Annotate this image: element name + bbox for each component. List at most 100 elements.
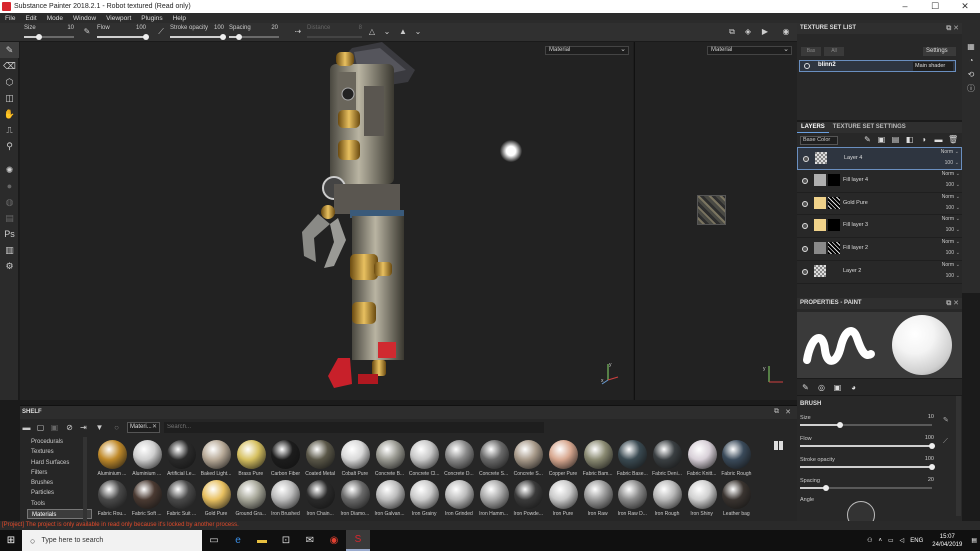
screenshot-icon[interactable]: ◉ (781, 27, 791, 37)
menu-help[interactable]: Help (168, 15, 191, 22)
bake-icon[interactable]: ✺ (0, 162, 19, 178)
tab-alpha-icon[interactable]: ◎ (817, 383, 826, 392)
layer-visibility-icon[interactable] (802, 246, 808, 253)
chevron-down-icon[interactable]: ⌄ (955, 149, 959, 155)
brush-size-slider[interactable] (800, 422, 932, 428)
material-item[interactable]: Fabric Rough (719, 440, 754, 480)
material-item[interactable]: Concrete B... (373, 440, 408, 480)
tray-language[interactable]: ENG (907, 538, 926, 544)
robot-model[interactable] (290, 42, 420, 394)
mail-icon[interactable]: ✉ (298, 530, 322, 551)
layer-visibility-icon[interactable] (802, 177, 808, 184)
layer-row[interactable]: Fill layer 2 Norm 100 ⌄ ⌄ (797, 238, 962, 261)
polygon-fill-icon[interactable]: ▤ (0, 210, 19, 226)
viewport-2d[interactable]: Material y (634, 42, 797, 400)
camera-cube-icon[interactable]: ◈ (743, 27, 753, 37)
recent-icon[interactable]: ○ (112, 423, 121, 432)
add-fill-icon[interactable]: ◧ (905, 135, 914, 144)
minimize-icon[interactable]: – (890, 0, 920, 13)
projection-tool-icon[interactable]: ⬡ (0, 74, 19, 90)
layer-row[interactable]: Fill layer 4 Norm 100 ⌄ ⌄ (797, 170, 962, 193)
brush-flow-pressure-icon[interactable]: ⟋ (943, 438, 948, 446)
categories-scrollbar[interactable] (83, 437, 87, 521)
add-group-icon[interactable]: ◑ (919, 135, 928, 144)
material-item[interactable]: Fabric Bam... (581, 440, 616, 480)
projection-icon[interactable]: ▲ (398, 27, 408, 37)
material-item[interactable]: Iron Grainy (407, 480, 442, 520)
paint-brush-icon[interactable]: ✎ (0, 42, 19, 58)
viewport-2d-mode-select[interactable]: Material (707, 46, 792, 55)
smudge-icon[interactable]: ✋ (0, 106, 19, 122)
menu-viewport[interactable]: Viewport (101, 15, 136, 22)
brush-size-pressure-icon[interactable]: ✎ (943, 416, 949, 424)
texture-set-list-close-icon[interactable]: ⧉ ✕ (946, 23, 959, 34)
layer-blend-mode[interactable]: Norm (941, 149, 953, 155)
eraser-icon[interactable]: ⌫ (0, 58, 19, 74)
texture-set-btn-b[interactable]: All (824, 47, 844, 56)
material-item[interactable]: Fabric Suit ... (164, 480, 199, 520)
menu-mode[interactable]: Mode (42, 15, 68, 22)
material-item[interactable]: Concrete S... (511, 440, 546, 480)
layer-opacity[interactable]: 100 (946, 227, 954, 233)
menu-file[interactable]: File (0, 15, 20, 22)
layer-row[interactable]: Gold Pure Norm 100 ⌄ ⌄ (797, 193, 962, 216)
layer-blend-mode[interactable]: Norm (942, 262, 954, 268)
uv-texture-preview[interactable] (697, 195, 726, 225)
layer-mask-thumbnail[interactable] (828, 242, 840, 255)
chevron-down-icon[interactable]: ⌄ (956, 216, 960, 222)
add-mask-icon[interactable]: ▣ (877, 135, 886, 144)
chevron-down-icon[interactable]: ⌄ (955, 160, 959, 166)
menu-plugins[interactable]: Plugins (136, 15, 167, 22)
brush-flow-slider[interactable] (800, 443, 935, 449)
layer-opacity[interactable]: 100 (945, 160, 953, 166)
material-item[interactable]: Concrete S... (477, 440, 512, 480)
pressure-icon[interactable]: ✎ (82, 27, 92, 37)
filter-tag[interactable]: Materi... ✕ (127, 422, 160, 433)
filter-tag-close-icon[interactable]: ✕ (152, 423, 157, 432)
chevron-down-icon[interactable]: ⌄ (956, 205, 960, 211)
tray-clock[interactable]: 15:07 24/04/2019 (926, 533, 968, 549)
material-item[interactable]: Fabric Soft ... (130, 480, 165, 520)
chevron-down-icon[interactable]: ⌄ (956, 262, 960, 268)
material-item[interactable]: Concrete Cl... (407, 440, 442, 480)
chevron-down-icon[interactable]: ⌄ (956, 194, 960, 200)
chevron-down-icon[interactable]: ⌄ (956, 250, 960, 256)
texture-set-list-icon[interactable]: ▦ (962, 40, 980, 54)
properties-scrollbar[interactable] (956, 396, 961, 516)
texture-set-settings-dropdown[interactable]: Settings (923, 47, 956, 56)
store-icon[interactable]: ⊡ (274, 530, 298, 551)
add-folder-icon[interactable]: ▬ (934, 135, 943, 144)
material-item[interactable]: Iron Diamo... (338, 480, 373, 520)
geometry-mask-icon[interactable]: ◫ (0, 90, 19, 106)
material-item[interactable]: Baked Light... (199, 440, 234, 480)
size-slider[interactable] (24, 34, 74, 40)
material-item[interactable]: Ground Gra... (234, 480, 269, 520)
material-item[interactable]: Fabric Knitt... (685, 440, 720, 480)
tab-layers[interactable]: LAYERS (797, 122, 829, 133)
layer-visibility-icon[interactable] (802, 200, 808, 207)
shelf-search-input[interactable] (164, 422, 544, 433)
material-item[interactable]: Leather bag (719, 480, 754, 520)
shelf-float-icon[interactable]: ⧉ (774, 408, 779, 416)
properties-close-icon[interactable]: ⧉ ✕ (946, 298, 959, 309)
folder-icon[interactable]: ▬ (22, 423, 31, 432)
view-mode-icon[interactable]: ⧉ (727, 27, 737, 37)
spacing-slider[interactable] (229, 34, 279, 40)
tray-chevron-icon[interactable]: ˄ (875, 538, 885, 544)
chevron-down-icon[interactable]: ⌄ (956, 273, 960, 279)
material-item[interactable]: Iron Grinded (442, 480, 477, 520)
brush-stroke-opacity-slider[interactable] (800, 464, 935, 470)
layer-mask-thumbnail[interactable] (828, 196, 840, 209)
flow-slider[interactable] (97, 34, 149, 40)
delete-layer-icon[interactable]: 🗑 (948, 135, 958, 144)
layer-row[interactable]: Fill layer 3 Norm 100 ⌄ ⌄ (797, 215, 962, 239)
symmetry-settings-icon[interactable]: ⌄ (382, 27, 392, 37)
save-icon[interactable]: ▣ (50, 423, 59, 432)
material-item[interactable]: Iron Chain... (303, 480, 338, 520)
chevron-down-icon[interactable]: ⌄ (956, 227, 960, 233)
filter-icon[interactable]: ▼ (95, 423, 104, 432)
tab-brush-icon[interactable]: ✎ (801, 383, 810, 392)
material-item[interactable]: Gold Pure (199, 480, 234, 520)
layer-visibility-icon[interactable] (802, 268, 808, 275)
material-item[interactable]: Copper Pure (546, 440, 581, 480)
